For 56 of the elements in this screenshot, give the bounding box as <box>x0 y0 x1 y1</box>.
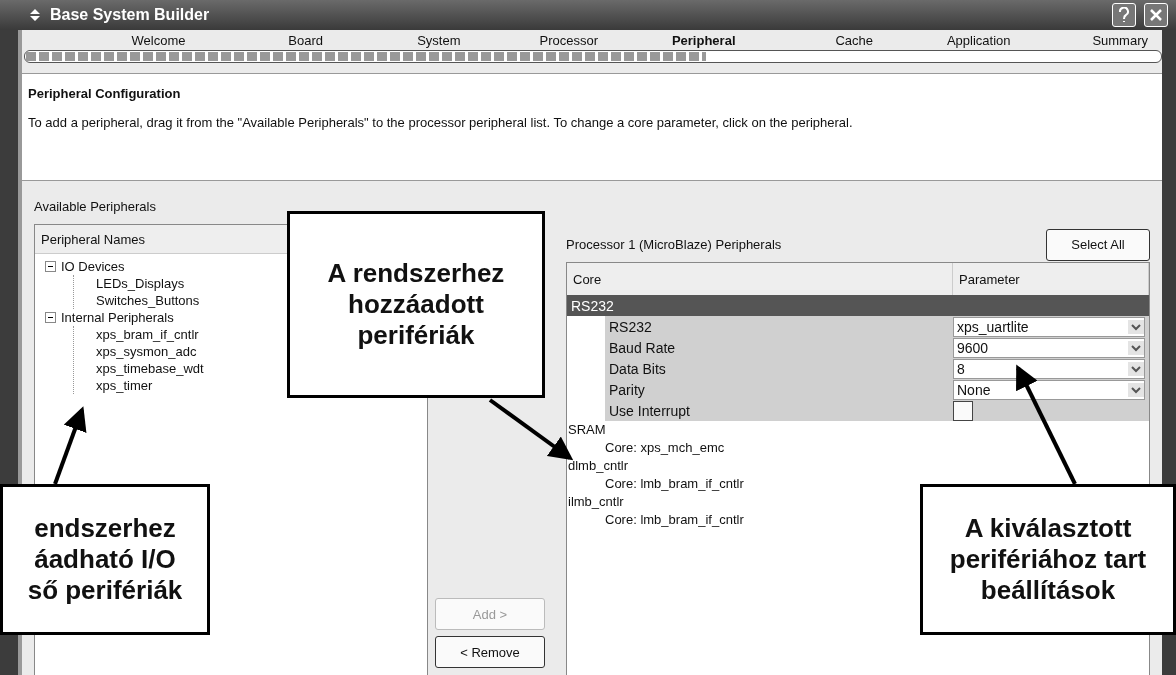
callout-text: perifériához tart <box>949 543 1147 576</box>
wizard-step: Summary <box>1024 33 1162 48</box>
wizard-step: Cache <box>749 33 887 48</box>
parameter-dropdown[interactable]: 9600 <box>953 337 1145 358</box>
tree-item[interactable]: IO Devices <box>61 258 125 275</box>
wizard-step: Peripheral <box>612 33 750 48</box>
parameter-name: Use Interrupt <box>608 402 691 419</box>
parameter-name: Baud Rate <box>608 339 677 356</box>
parameter-dropdown[interactable]: 8 <box>953 358 1145 379</box>
callout-text: A kiválasztott <box>964 512 1132 544</box>
collapse-icon[interactable] <box>45 312 56 323</box>
callout-text: perifériák <box>357 320 475 352</box>
close-button[interactable] <box>1144 3 1168 27</box>
help-button[interactable] <box>1112 3 1136 27</box>
question-icon <box>1118 7 1130 23</box>
tree-item[interactable]: xps_sysmon_adc <box>96 343 197 360</box>
tree-item[interactable]: LEDs_Displays <box>96 275 185 292</box>
tree-item[interactable]: Internal Peripherals <box>61 309 174 326</box>
peripheral-item[interactable]: dlmb_cntlr <box>568 457 628 475</box>
core-label: Core: lmb_bram_if_cntlr <box>605 511 744 529</box>
callout-text: ső perifériák <box>27 575 183 607</box>
peripheral-item[interactable]: SRAM <box>568 421 606 439</box>
tree-item[interactable]: xps_bram_if_cntlr <box>96 326 199 343</box>
tree-item[interactable]: Switches_Buttons <box>96 292 200 309</box>
remove-button[interactable]: < Remove <box>435 636 545 668</box>
parameter-name: Data Bits <box>608 360 667 377</box>
app-icon <box>28 8 42 22</box>
wizard-step: Processor <box>474 33 612 48</box>
callout-text: áadható I/O <box>34 543 176 576</box>
core-label: Core: xps_mch_emc <box>605 439 725 457</box>
parameter-name: RS232 <box>608 318 653 335</box>
instructions-text: To add a peripheral, drag it from the "Available Peripherals" to the processor peripheral list. To change a core parameter, click on the peripheral. <box>28 115 854 130</box>
tree-item[interactable]: xps_timebase_wdt <box>96 360 204 377</box>
callout-text: endszerhez <box>34 512 176 544</box>
wizard-step: Board <box>199 33 337 48</box>
window-title: Base System Builder <box>50 6 211 24</box>
wizard-step: System <box>337 33 475 48</box>
collapse-icon[interactable] <box>45 261 56 272</box>
callout-text: beállítások <box>980 575 1116 607</box>
checkbox[interactable] <box>953 400 973 421</box>
parameter-dropdown[interactable]: xps_uartlite <box>953 316 1145 337</box>
section-title: Peripheral Configuration <box>28 86 182 101</box>
tree-item[interactable]: xps_timer <box>96 377 153 394</box>
parameter-dropdown[interactable]: None <box>953 379 1145 400</box>
close-icon <box>1149 8 1163 22</box>
wizard-step: Application <box>887 33 1025 48</box>
callout-text: hozzáadott <box>348 288 484 321</box>
wizard-step: Welcome <box>62 33 200 48</box>
select-all-button[interactable]: Select All <box>1046 228 1150 261</box>
table-row[interactable]: RS232 <box>567 295 1149 316</box>
core-label: Core: lmb_bram_if_cntlr <box>605 475 744 493</box>
parameter-name: Parity <box>608 381 646 398</box>
peripheral-item[interactable]: ilmb_cntlr <box>568 493 624 511</box>
panel-label: Processor 1 (MicroBlaze) Peripherals <box>566 237 782 252</box>
callout-text: A rendszerhez <box>327 257 505 289</box>
panel-label: Available Peripherals <box>34 199 157 214</box>
